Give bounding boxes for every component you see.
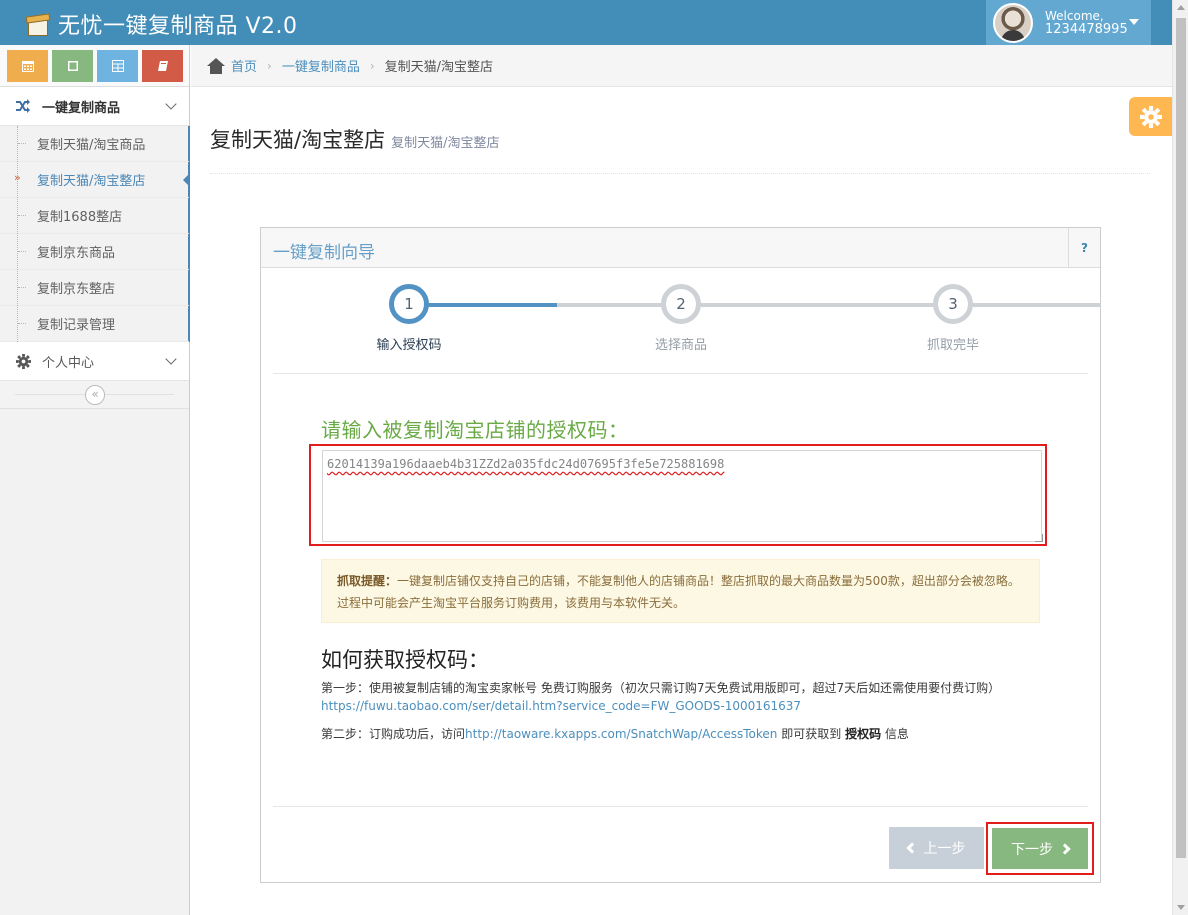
step-label: 输入授权码 xyxy=(376,338,442,353)
scrollbar-thumb[interactable] xyxy=(1176,18,1186,858)
avatar xyxy=(993,2,1033,43)
sidebar-collapse-bar: « xyxy=(0,381,189,409)
vertical-scrollbar[interactable] xyxy=(1172,0,1188,915)
step-3: 3 抓取完毕 xyxy=(893,284,1013,353)
auth-code-label: 请输入被复制淘宝店铺的授权码： xyxy=(321,418,629,442)
home-icon xyxy=(207,57,225,74)
step-number: 2 xyxy=(661,284,701,324)
scroll-up-icon[interactable] xyxy=(1177,5,1185,10)
sidebar-item-copy-jd-store[interactable]: 复制京东整店 xyxy=(0,270,189,306)
breadcrumb-separator: › xyxy=(369,58,375,73)
grid-shortcut-button[interactable] xyxy=(97,50,138,82)
sidebar-group-label: 一键复制商品 xyxy=(42,100,121,116)
prev-button-label: 上一步 xyxy=(923,840,966,856)
auth-code-highlight: 62014139a196daaeb4b31ZZd2a035fdc24d07695… xyxy=(309,444,1047,546)
next-button-label: 下一步 xyxy=(1011,840,1053,857)
wizard-title: 一键复制向导 xyxy=(273,243,375,263)
sidebar-item-label: 复制1688整店 xyxy=(37,210,123,225)
calendar-shortcut-button[interactable] xyxy=(7,50,48,82)
wizard-steps: 1 输入授权码 2 选择商品 3 抓取完毕 xyxy=(273,284,1101,374)
chevron-left-icon xyxy=(905,842,918,854)
chevron-down-icon xyxy=(165,353,177,365)
howto-title: 如何获取授权码： xyxy=(321,648,489,672)
sidebar-item-label: 复制京东商品 xyxy=(37,246,116,261)
sidebar-item-label: 复制天猫/淘宝商品 xyxy=(37,138,146,153)
wizard-header: 一键复制向导 ? xyxy=(261,228,1100,268)
wizard-box: 一键复制向导 ? 1 输入授权码 2 选择商品 3 抓取完毕 请输入被复制淘宝店… xyxy=(260,227,1101,883)
step-label: 选择商品 xyxy=(654,338,707,353)
square-icon xyxy=(67,61,78,71)
breadcrumb-separator: › xyxy=(267,58,272,73)
sidebar-group-label: 个人中心 xyxy=(42,355,95,371)
resize-grip-icon[interactable] xyxy=(1035,534,1043,542)
auth-code-input[interactable]: 62014139a196daaeb4b31ZZd2a035fdc24d07695… xyxy=(322,450,1042,542)
page-header: 复制天猫/淘宝整店 复制天猫/淘宝整店 xyxy=(210,112,1150,174)
sidebar-item-copy-tmall-goods[interactable]: 复制天猫/淘宝商品 xyxy=(0,126,189,162)
app-title: 无忧一键复制商品 V2.0 xyxy=(58,14,298,39)
howto-step2-prefix: 第二步：订购成功后，访问 xyxy=(321,727,466,741)
breadcrumb-current: 复制天猫/淘宝整店 xyxy=(384,60,494,75)
sidebar-item-copy-tmall-store[interactable]: » 复制天猫/淘宝整店 xyxy=(0,162,190,198)
scroll-down-icon[interactable] xyxy=(1177,905,1185,910)
help-button[interactable]: ? xyxy=(1068,228,1100,268)
gear-icon xyxy=(12,353,34,369)
alert-title: 抓取提醒： xyxy=(337,574,398,588)
breadcrumb: 首页 › 一键复制商品 › 复制天猫/淘宝整店 xyxy=(191,45,1172,87)
step-1: 1 输入授权码 xyxy=(349,284,469,353)
next-button[interactable]: 下一步 xyxy=(992,828,1088,869)
sidebar-item-copy-records[interactable]: 复制记录管理 xyxy=(0,306,189,342)
brand[interactable]: 无忧一键复制商品 V2.0 xyxy=(25,8,298,40)
sidebar-shortcuts xyxy=(0,45,189,87)
step-2: 2 选择商品 xyxy=(621,284,741,353)
collapse-sidebar-button[interactable]: « xyxy=(85,385,105,405)
alert-text: 一键复制店铺仅支持自己的店铺，不能复制他人的店铺商品！整店抓取的最大商品数量为5… xyxy=(337,574,1020,610)
square-shortcut-button[interactable] xyxy=(52,50,93,82)
book-shortcut-button[interactable] xyxy=(142,50,183,82)
sidebar-group-copy[interactable]: 一键复制商品 xyxy=(0,87,189,126)
service-link[interactable]: https://fuwu.taobao.com/ser/detail.htm?s… xyxy=(321,699,801,713)
user-menu[interactable]: Welcome, 1234478995 xyxy=(986,0,1151,45)
caret-down-icon xyxy=(1129,19,1139,25)
howto-step2-bold: 授权码 xyxy=(845,727,882,741)
calendar-icon xyxy=(21,61,34,72)
sidebar-item-copy-1688-store[interactable]: 复制1688整店 xyxy=(0,198,189,234)
breadcrumb-home-link[interactable]: 首页 xyxy=(231,56,257,75)
step-label: 抓取完毕 xyxy=(926,338,979,353)
user-id: 1234478995 xyxy=(1045,21,1128,37)
access-token-link[interactable]: http://taoware.kxapps.com/SnatchWap/Acce… xyxy=(465,727,777,741)
box-logo-icon xyxy=(25,11,51,37)
sidebar: 一键复制商品 复制天猫/淘宝商品 » 复制天猫/淘宝整店 复制1688整店 复制京… xyxy=(0,45,190,915)
page-subtitle: 复制天猫/淘宝整店 xyxy=(391,136,500,151)
book-icon xyxy=(157,61,168,71)
howto-step2-mid: 即可获取到 xyxy=(777,727,846,741)
sidebar-group-personal[interactable]: 个人中心 xyxy=(0,342,189,381)
warning-alert: 抓取提醒：一键复制店铺仅支持自己的店铺，不能复制他人的店铺商品！整店抓取的最大商… xyxy=(321,559,1040,623)
chevron-down-icon xyxy=(165,98,177,110)
grid-icon xyxy=(111,60,124,72)
howto-instructions: 第一步：使用被复制店铺的淘宝卖家帐号 免费订购服务（初次只需订购7天免费试用版即… xyxy=(321,679,1051,743)
prev-button[interactable]: 上一步 xyxy=(889,827,984,869)
sidebar-item-label: 复制天猫/淘宝整店 xyxy=(37,174,146,189)
breadcrumb-level1-link[interactable]: 一键复制商品 xyxy=(282,56,360,75)
step-number: 3 xyxy=(933,284,973,324)
page-title: 复制天猫/淘宝整店 xyxy=(210,128,386,152)
next-button-highlight: 下一步 xyxy=(986,822,1094,875)
active-marker-icon: » xyxy=(14,171,21,184)
howto-step2: 第二步：订购成功后，访问http://taoware.kxapps.com/Sn… xyxy=(321,725,1051,743)
sidebar-item-label: 复制京东整店 xyxy=(37,282,116,297)
step-number: 1 xyxy=(389,284,429,324)
welcome-text: Welcome, xyxy=(1045,8,1104,23)
navbar: 无忧一键复制商品 V2.0 Welcome, 1234478995 xyxy=(0,0,1172,45)
sidebar-item-copy-jd-goods[interactable]: 复制京东商品 xyxy=(0,234,189,270)
chevron-right-icon xyxy=(1059,842,1071,855)
submenu: 复制天猫/淘宝商品 » 复制天猫/淘宝整店 复制1688整店 复制京东商品 复制京… xyxy=(0,126,190,342)
howto-step1: 第一步：使用被复制店铺的淘宝卖家帐号 免费订购服务（初次只需订购7天免费试用版即… xyxy=(321,681,1001,695)
howto-step2-suffix: 信息 xyxy=(881,727,909,741)
shuffle-icon xyxy=(12,99,34,113)
sidebar-item-label: 复制记录管理 xyxy=(37,318,116,333)
